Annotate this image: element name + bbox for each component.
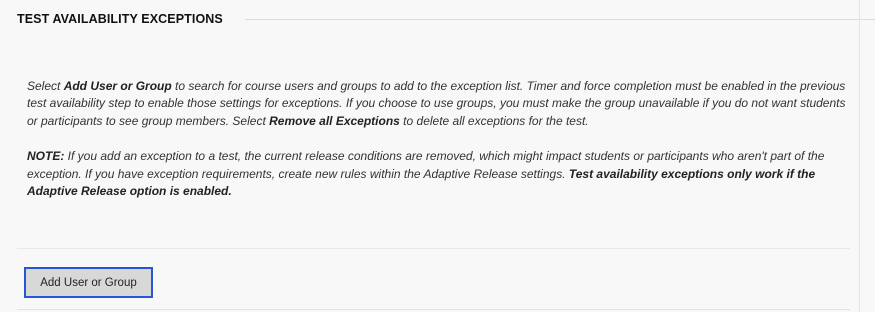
instructions-p1-text-1: Select	[27, 79, 64, 93]
instructions-note-label: NOTE:	[27, 149, 65, 164]
add-user-or-group-button[interactable]: Add User or Group	[24, 267, 153, 298]
section-title-rule	[244, 19, 875, 20]
section-header: TEST AVAILABILITY EXCEPTIONS	[0, 0, 875, 38]
instructions-text: Select Add User or Group to search for c…	[27, 78, 852, 200]
bottom-divider	[17, 309, 850, 310]
instructions-p1-text-3: to delete all exceptions for the test.	[399, 113, 589, 128]
instructions-paragraph-2: NOTE: If you add an exception to a test,…	[27, 148, 852, 200]
instructions-paragraph-1: Select Add User or Group to search for c…	[27, 78, 852, 130]
test-availability-exceptions-panel: TEST AVAILABILITY EXCEPTIONS Select Add …	[0, 0, 875, 312]
instructions-p1-bold-add-user-or-group: Add User or Group	[63, 79, 172, 93]
section-title: TEST AVAILABILITY EXCEPTIONS	[17, 12, 223, 26]
content-divider	[17, 248, 850, 249]
instructions-p1-bold-remove-all-exceptions: Remove all Exceptions	[269, 113, 400, 128]
panel-right-border	[859, 0, 860, 312]
